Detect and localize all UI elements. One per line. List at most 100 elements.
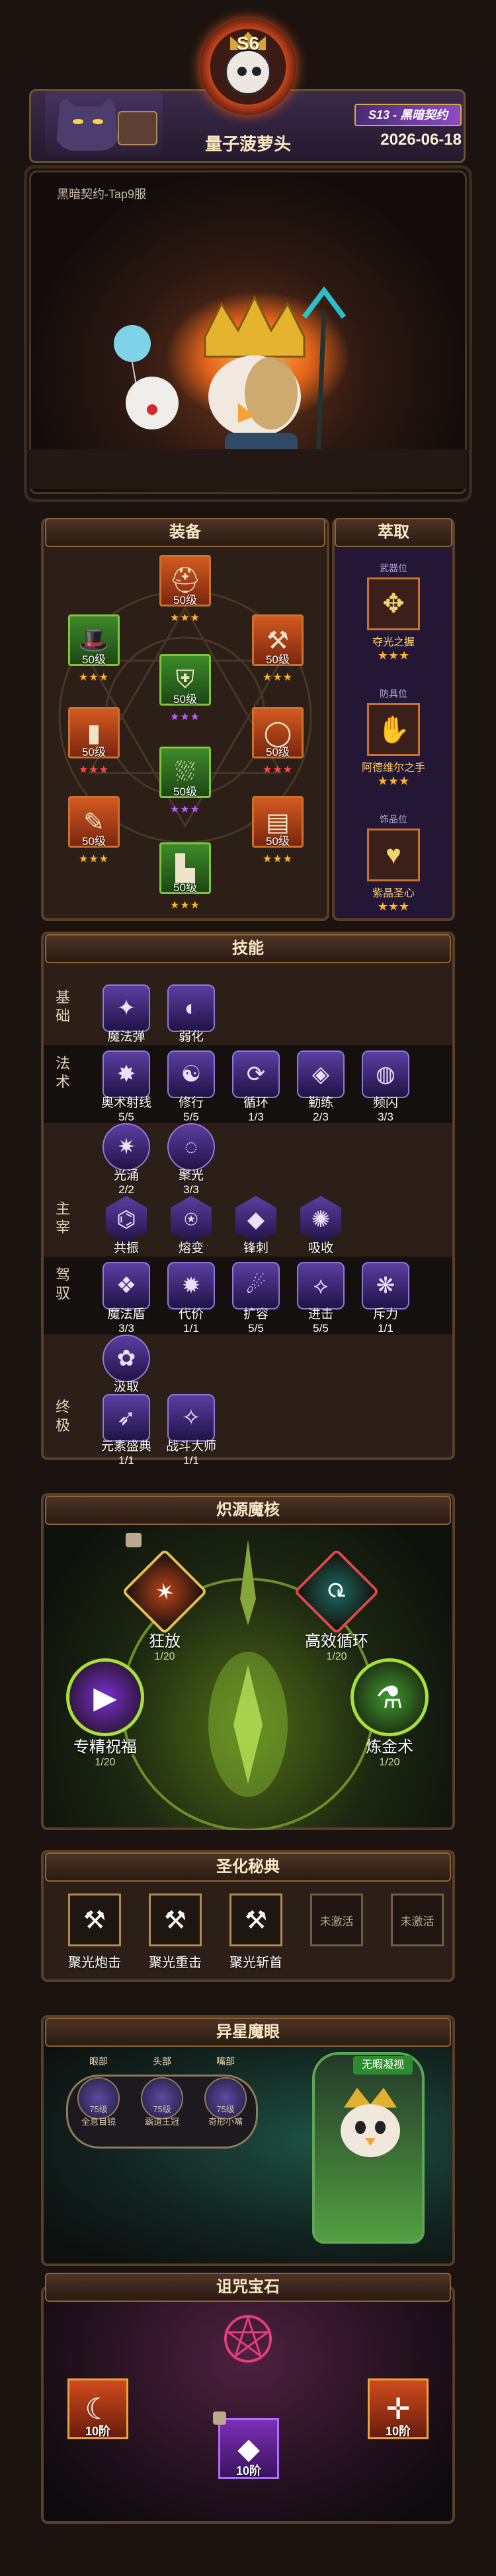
core-node[interactable]: ▶ 专精祝福 1/20: [66, 1658, 144, 1769]
eye-slot[interactable]: 嘴部 75级 奇形小嘴: [198, 2055, 253, 2127]
equipment-slot[interactable]: ⛨ 50级 ★★★: [159, 654, 211, 723]
core-node[interactable]: ⚗ 炼金术 1/20: [351, 1658, 429, 1769]
skill-count: 1/1: [183, 1322, 199, 1335]
equipment-stars: ★★★: [169, 900, 201, 911]
core-node-level: 1/20: [95, 1757, 116, 1768]
extraction-slot-label: 饰品位: [380, 814, 407, 825]
equipment-slot[interactable]: 🎩 50级 ★★★: [68, 614, 120, 684]
skill-item[interactable]: ☯ 修行 5/5: [164, 1050, 218, 1124]
alchemy-icon: ⚗: [351, 1658, 429, 1736]
extraction-item[interactable]: 武器位 ✥ 夺光之握 ★★★: [337, 562, 450, 663]
sacred-item[interactable]: 未激活: [300, 1894, 373, 1946]
skill-icon: ◈: [297, 1050, 345, 1098]
cycle-icon: ⟳: [293, 1548, 380, 1635]
equipment-level: 50级: [82, 835, 106, 848]
equipment-slot[interactable]: ✎ 50级 ★★★: [68, 796, 120, 865]
blessing-icon: ▶: [66, 1658, 144, 1736]
equipment-level: 50级: [173, 693, 197, 706]
equipment-slot[interactable]: ▙ 50级 ★★★: [159, 842, 211, 912]
skill-row-label: 主宰: [56, 1200, 71, 1235]
skill-count: 5/5: [183, 1111, 199, 1123]
curse-gem[interactable]: ✛ 10阶: [366, 2378, 430, 2439]
pentagram-icon: [224, 2314, 272, 2363]
skill-item[interactable]: ❖ 魔法盾 3/3: [99, 1262, 153, 1335]
eye-slot[interactable]: 眼部 75级 全息目镜: [71, 2055, 126, 2127]
skill-icon: ⍟: [171, 1196, 212, 1243]
gauntlet-icon: ✋: [367, 703, 420, 756]
skill-count: 5/5: [248, 1322, 264, 1335]
eye-slot-name: 奇形小嘴: [208, 2117, 243, 2127]
sacred-item[interactable]: ⚒ 聚光斩首: [220, 1894, 292, 1971]
eye-slot-level: 75级: [153, 2104, 171, 2114]
skill-icon: ⌬: [106, 1196, 147, 1243]
skill-item[interactable]: ◈ 勤练 2/3: [294, 1050, 348, 1124]
skill-icon: ✸: [103, 1050, 150, 1098]
season-tag: S13 - 黑暗契约: [354, 104, 462, 126]
equipment-stars: ★★★: [169, 612, 201, 624]
skill-item[interactable]: ◍ 频闪 3/3: [358, 1050, 413, 1124]
skill-icon: ✧: [167, 1394, 215, 1442]
equipment-slot[interactable]: ▮ 50级 ★★★: [68, 707, 120, 776]
equipment-level: 50级: [82, 746, 106, 758]
season-label: S6: [236, 33, 260, 54]
skill-name: 魔法盾: [107, 1307, 145, 1321]
skill-item[interactable]: ➶ 元素盛典 1/1: [99, 1394, 153, 1467]
skill-name: 频闪: [372, 1096, 398, 1110]
eye-slot-part: 嘴部: [216, 2056, 235, 2067]
curse-title: 诅咒宝石: [45, 2273, 451, 2302]
equipment-slot[interactable]: ⛆ 50级 ★★★: [159, 747, 211, 816]
skill-item[interactable]: ✸ 奥术射线 5/5: [99, 1050, 153, 1124]
eye-slot-name: 霸道王冠: [144, 2117, 179, 2127]
skill-row-label: 基础: [56, 989, 71, 1024]
extraction-item[interactable]: 防具位 ✋ 阿德维尔之手 ★★★: [337, 687, 450, 788]
avatar-eye: [73, 119, 83, 124]
skill-item[interactable]: ⟳ 循环 1/3: [229, 1050, 283, 1124]
skill-name: 奥术射线: [101, 1096, 151, 1110]
empty-slot-icon: 未激活: [310, 1894, 363, 1946]
skill-icon: ☄: [232, 1262, 280, 1309]
core-node[interactable]: ✶ 狂放 1/20: [121, 1548, 208, 1663]
eye-badge: 无暇凝视: [353, 2056, 413, 2075]
skill-item[interactable]: ⟡ 进击 5/5: [294, 1262, 348, 1335]
curse-gem[interactable]: ☾ 10阶: [66, 2378, 130, 2439]
skill-item[interactable]: ✧ 战斗大师 1/1: [164, 1394, 218, 1467]
sacred-item[interactable]: ⚒ 聚光炮击: [58, 1894, 131, 1971]
extraction-slot-label: 武器位: [380, 563, 407, 573]
sacred-item[interactable]: ⚒ 聚光重击: [139, 1894, 212, 1971]
skill-item[interactable]: ❋ 斥力 1/1: [358, 1262, 413, 1335]
skill-icon: ◐: [167, 984, 215, 1032]
skill-item[interactable]: ☄ 扩容 5/5: [229, 1262, 283, 1335]
equipment-slot[interactable]: ⛑ 50级 ★★★: [159, 555, 211, 624]
skill-row-label: 法术: [56, 1055, 71, 1090]
hammer-icon: ⚒: [68, 1894, 121, 1946]
skill-icon: ✹: [167, 1262, 215, 1309]
curse-gem-level: 10阶: [85, 2425, 111, 2438]
crown-icon: [204, 295, 306, 358]
curse-gem[interactable]: ◆ 10阶: [217, 2418, 280, 2479]
equipment-title: 装备: [45, 518, 325, 547]
equipment-slot[interactable]: ⚒ 50级 ★★★: [252, 614, 304, 684]
skill-count: 3/3: [183, 1183, 199, 1196]
equipment-slot[interactable]: ◯ 50级 ★★★: [252, 707, 304, 776]
extraction-name: 阿德维尔之手: [361, 762, 425, 774]
skill-count: 1/1: [378, 1322, 393, 1335]
skill-item[interactable]: ◌ 聚光 3/3: [164, 1123, 218, 1196]
mascot-eye: [252, 67, 261, 76]
skill-item[interactable]: ✹ 代价 1/1: [164, 1262, 218, 1335]
sacred-item[interactable]: 未激活: [381, 1894, 454, 1946]
stage-floor: [29, 449, 467, 489]
skill-row-label: 驾驭: [56, 1267, 71, 1302]
core-node-level: 1/20: [379, 1757, 400, 1768]
skill-icon: ➶: [103, 1394, 150, 1442]
skill-item[interactable]: ✷ 光涌 2/2: [99, 1123, 153, 1196]
skill-name: 元素盛典: [101, 1440, 151, 1454]
skill-icon: ⟳: [232, 1050, 280, 1098]
equipment-slot[interactable]: ▤ 50级 ★★★: [252, 796, 304, 865]
eye-slot[interactable]: 头部 75级 霸道王冠: [135, 2055, 189, 2127]
empty-slot-icon: 未激活: [391, 1894, 444, 1946]
eye-creature-icon: [341, 2088, 400, 2157]
eye-slot-part: 眼部: [89, 2056, 108, 2067]
extraction-item[interactable]: 饰品位 ♥ 紫晶圣心 ★★★: [337, 813, 450, 914]
skill-name: 魔法弹: [107, 1030, 145, 1044]
core-node[interactable]: ⟳ 高效循环 1/20: [293, 1548, 380, 1663]
